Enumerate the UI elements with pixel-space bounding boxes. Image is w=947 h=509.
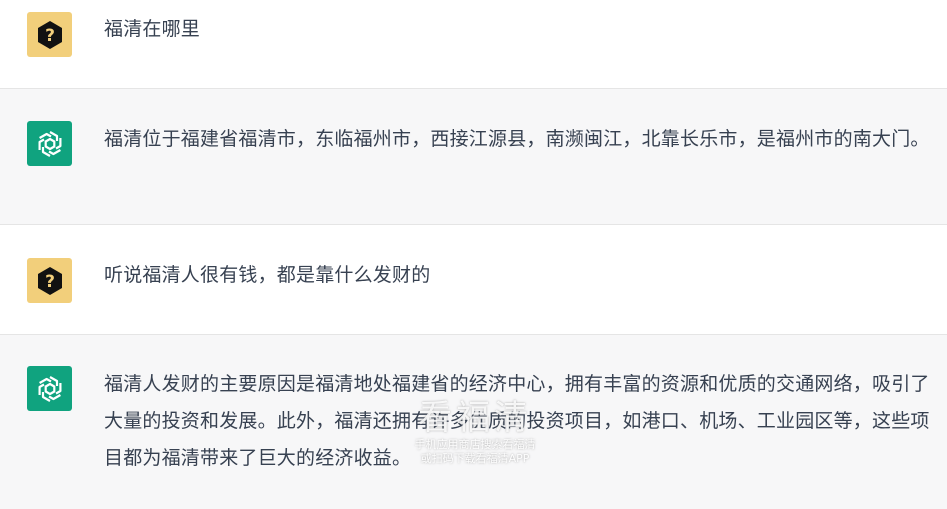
question-mark-icon: ?: [37, 266, 62, 295]
assistant-message-text: 福清位于福建省福清市，东临福州市，西接江源县，南濒闽江，北靠长乐市，是福州市的南…: [104, 128, 930, 150]
user-avatar: ?: [27, 258, 72, 303]
assistant-avatar: [27, 366, 72, 411]
svg-text:?: ?: [45, 272, 55, 292]
message-row-assistant: 福清人发财的主要原因是福清地处福建省的经济中心，拥有丰富的资源和优质的交通网络，…: [0, 335, 947, 509]
assistant-avatar: [27, 121, 72, 166]
openai-logo-icon: [38, 375, 61, 402]
message-row-user: ? 听说福清人很有钱，都是靠什么发财的: [0, 225, 947, 335]
message-row-user: ? 福清在哪里: [0, 0, 947, 89]
user-avatar: ?: [27, 12, 72, 57]
chat-thread: ? 福清在哪里 福清位于福建省福清市，东临福州市，西接江源县，南濒闽江，北靠长乐…: [0, 0, 947, 509]
message-row-assistant: 福清位于福建省福清市，东临福州市，西接江源县，南濒闽江，北靠长乐市，是福州市的南…: [0, 89, 947, 225]
question-mark-icon: ?: [37, 20, 62, 49]
svg-text:?: ?: [45, 26, 55, 46]
assistant-message-text: 福清人发财的主要原因是福清地处福建省的经济中心，拥有丰富的资源和优质的交通网络，…: [104, 373, 930, 469]
user-message-text: 福清在哪里: [104, 18, 201, 40]
user-message-text: 听说福清人很有钱，都是靠什么发财的: [104, 264, 431, 286]
openai-logo-icon: [38, 130, 61, 157]
